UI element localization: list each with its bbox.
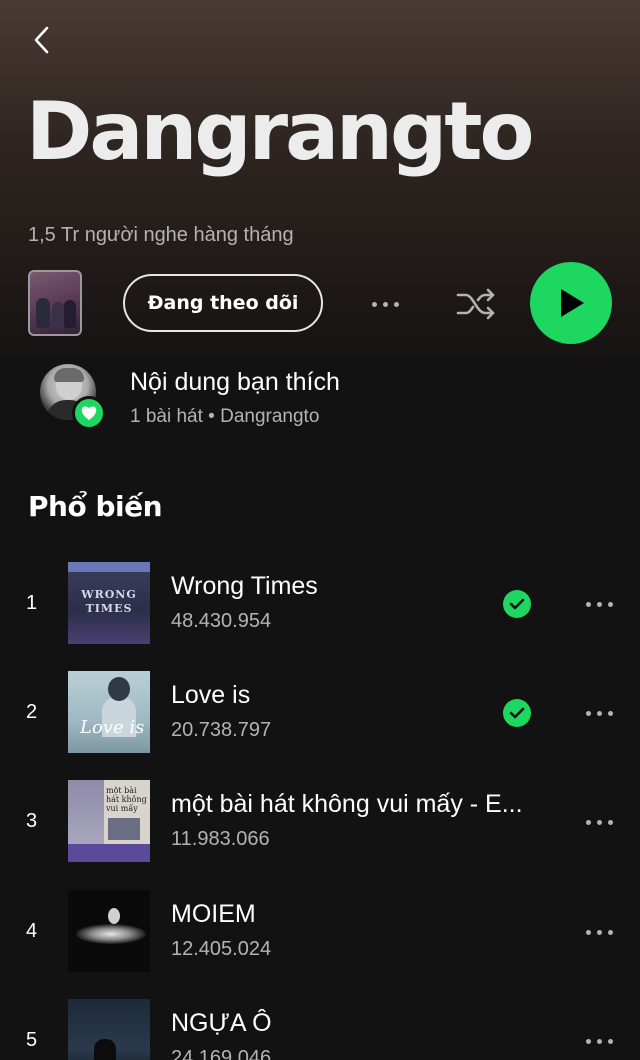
more-icon	[585, 710, 613, 716]
track-cover	[68, 999, 150, 1060]
heart-icon	[81, 406, 97, 420]
saved-badge[interactable]	[503, 699, 531, 727]
track-plays: 48.430.954	[171, 610, 272, 632]
track-more-button[interactable]	[576, 800, 622, 844]
more-icon	[585, 819, 613, 825]
track-number: 3	[26, 810, 38, 832]
more-icon	[585, 929, 613, 935]
more-icon	[585, 601, 613, 607]
back-icon	[34, 26, 49, 54]
artist-name: Dangrangto	[26, 85, 534, 178]
track-title: Wrong Times	[171, 572, 318, 600]
liked-title: Nội dung bạn thích	[130, 368, 340, 396]
monthly-listeners: 1,5 Tr người nghe hàng tháng	[28, 224, 294, 246]
track-cover	[68, 890, 150, 972]
track-plays: 24.169.046	[171, 1047, 272, 1060]
cover-title: WRONG TIMES	[81, 588, 137, 615]
track-number: 4	[26, 920, 38, 942]
shuffle-icon	[456, 288, 495, 320]
track-row[interactable]: 2 Love is Love is 20.738.797	[0, 671, 640, 761]
following-button[interactable]: Đang theo dõi	[123, 274, 323, 332]
check-icon	[509, 598, 525, 610]
track-title: một bài hát không vui mấy - E...	[171, 790, 523, 818]
cover-title: Love is	[80, 717, 145, 738]
track-number: 1	[26, 592, 38, 614]
play-button[interactable]	[530, 262, 612, 344]
track-row[interactable]: 3 một bài hát không vui mấy một bài hát …	[0, 780, 640, 870]
track-plays: 12.405.024	[171, 938, 272, 960]
track-plays: 11.983.066	[171, 828, 270, 850]
artist-more-button[interactable]	[360, 284, 410, 324]
liked-subtitle: 1 bài hát • Dangrangto	[130, 406, 320, 427]
back-button[interactable]	[22, 20, 62, 60]
more-icon	[585, 1038, 613, 1044]
track-title: Love is	[171, 681, 251, 709]
track-cover: WRONG TIMES	[68, 562, 150, 644]
shuffle-button[interactable]	[452, 280, 500, 328]
track-title: MOIEM	[171, 900, 256, 928]
track-row[interactable]: 5 NGỰA Ô 24.169.046	[0, 999, 640, 1060]
track-number: 5	[26, 1029, 38, 1051]
check-icon	[509, 707, 525, 719]
track-number: 2	[26, 701, 38, 723]
track-row[interactable]: 4 MOIEM 12.405.024	[0, 890, 640, 980]
track-cover: một bài hát không vui mấy	[68, 780, 150, 862]
more-icon	[371, 301, 399, 307]
popular-heading: Phổ biến	[28, 490, 163, 523]
track-plays: 20.738.797	[171, 719, 272, 741]
cover-title: một bài hát không vui mấy	[106, 786, 147, 813]
saved-badge[interactable]	[503, 590, 531, 618]
track-row[interactable]: 1 WRONG TIMES Wrong Times 48.430.954	[0, 562, 640, 652]
track-more-button[interactable]	[576, 582, 622, 626]
track-more-button[interactable]	[576, 1019, 622, 1060]
heart-badge	[72, 396, 106, 430]
artist-controls: Đang theo dõi	[0, 262, 640, 344]
liked-songs-row[interactable]: Nội dung bạn thích 1 bài hát • Dangrangt…	[0, 360, 640, 436]
track-more-button[interactable]	[576, 910, 622, 954]
artist-thumbnail[interactable]	[28, 270, 82, 336]
track-more-button[interactable]	[576, 691, 622, 735]
track-title: NGỰA Ô	[171, 1009, 272, 1037]
play-icon	[561, 289, 584, 317]
track-cover: Love is	[68, 671, 150, 753]
